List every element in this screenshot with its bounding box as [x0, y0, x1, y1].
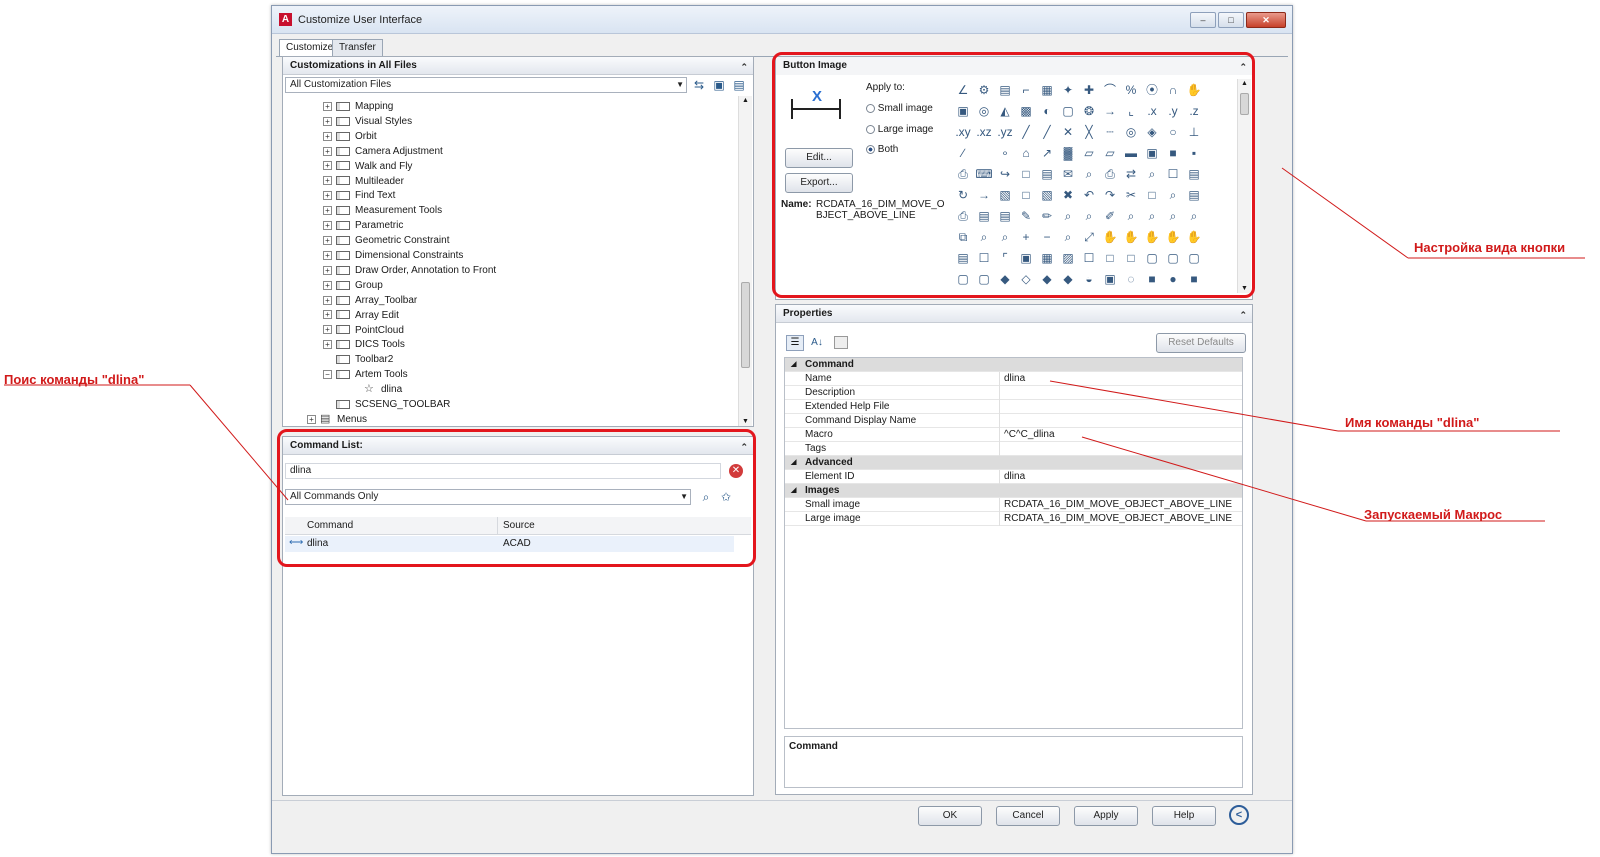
- annotation-button-view: Настройка вида кнопки: [1414, 240, 1566, 255]
- button-view-leader: [1281, 167, 1409, 259]
- name-leader: [1049, 380, 1339, 432]
- macro-leader: [1081, 436, 1367, 522]
- annotation-search: Поис команды "dlina": [4, 372, 145, 387]
- search-leader: [189, 384, 289, 501]
- annotation-command-name: Имя команды "dlina": [1345, 415, 1480, 430]
- annotation-macro: Запускаемый Макрос: [1364, 507, 1503, 522]
